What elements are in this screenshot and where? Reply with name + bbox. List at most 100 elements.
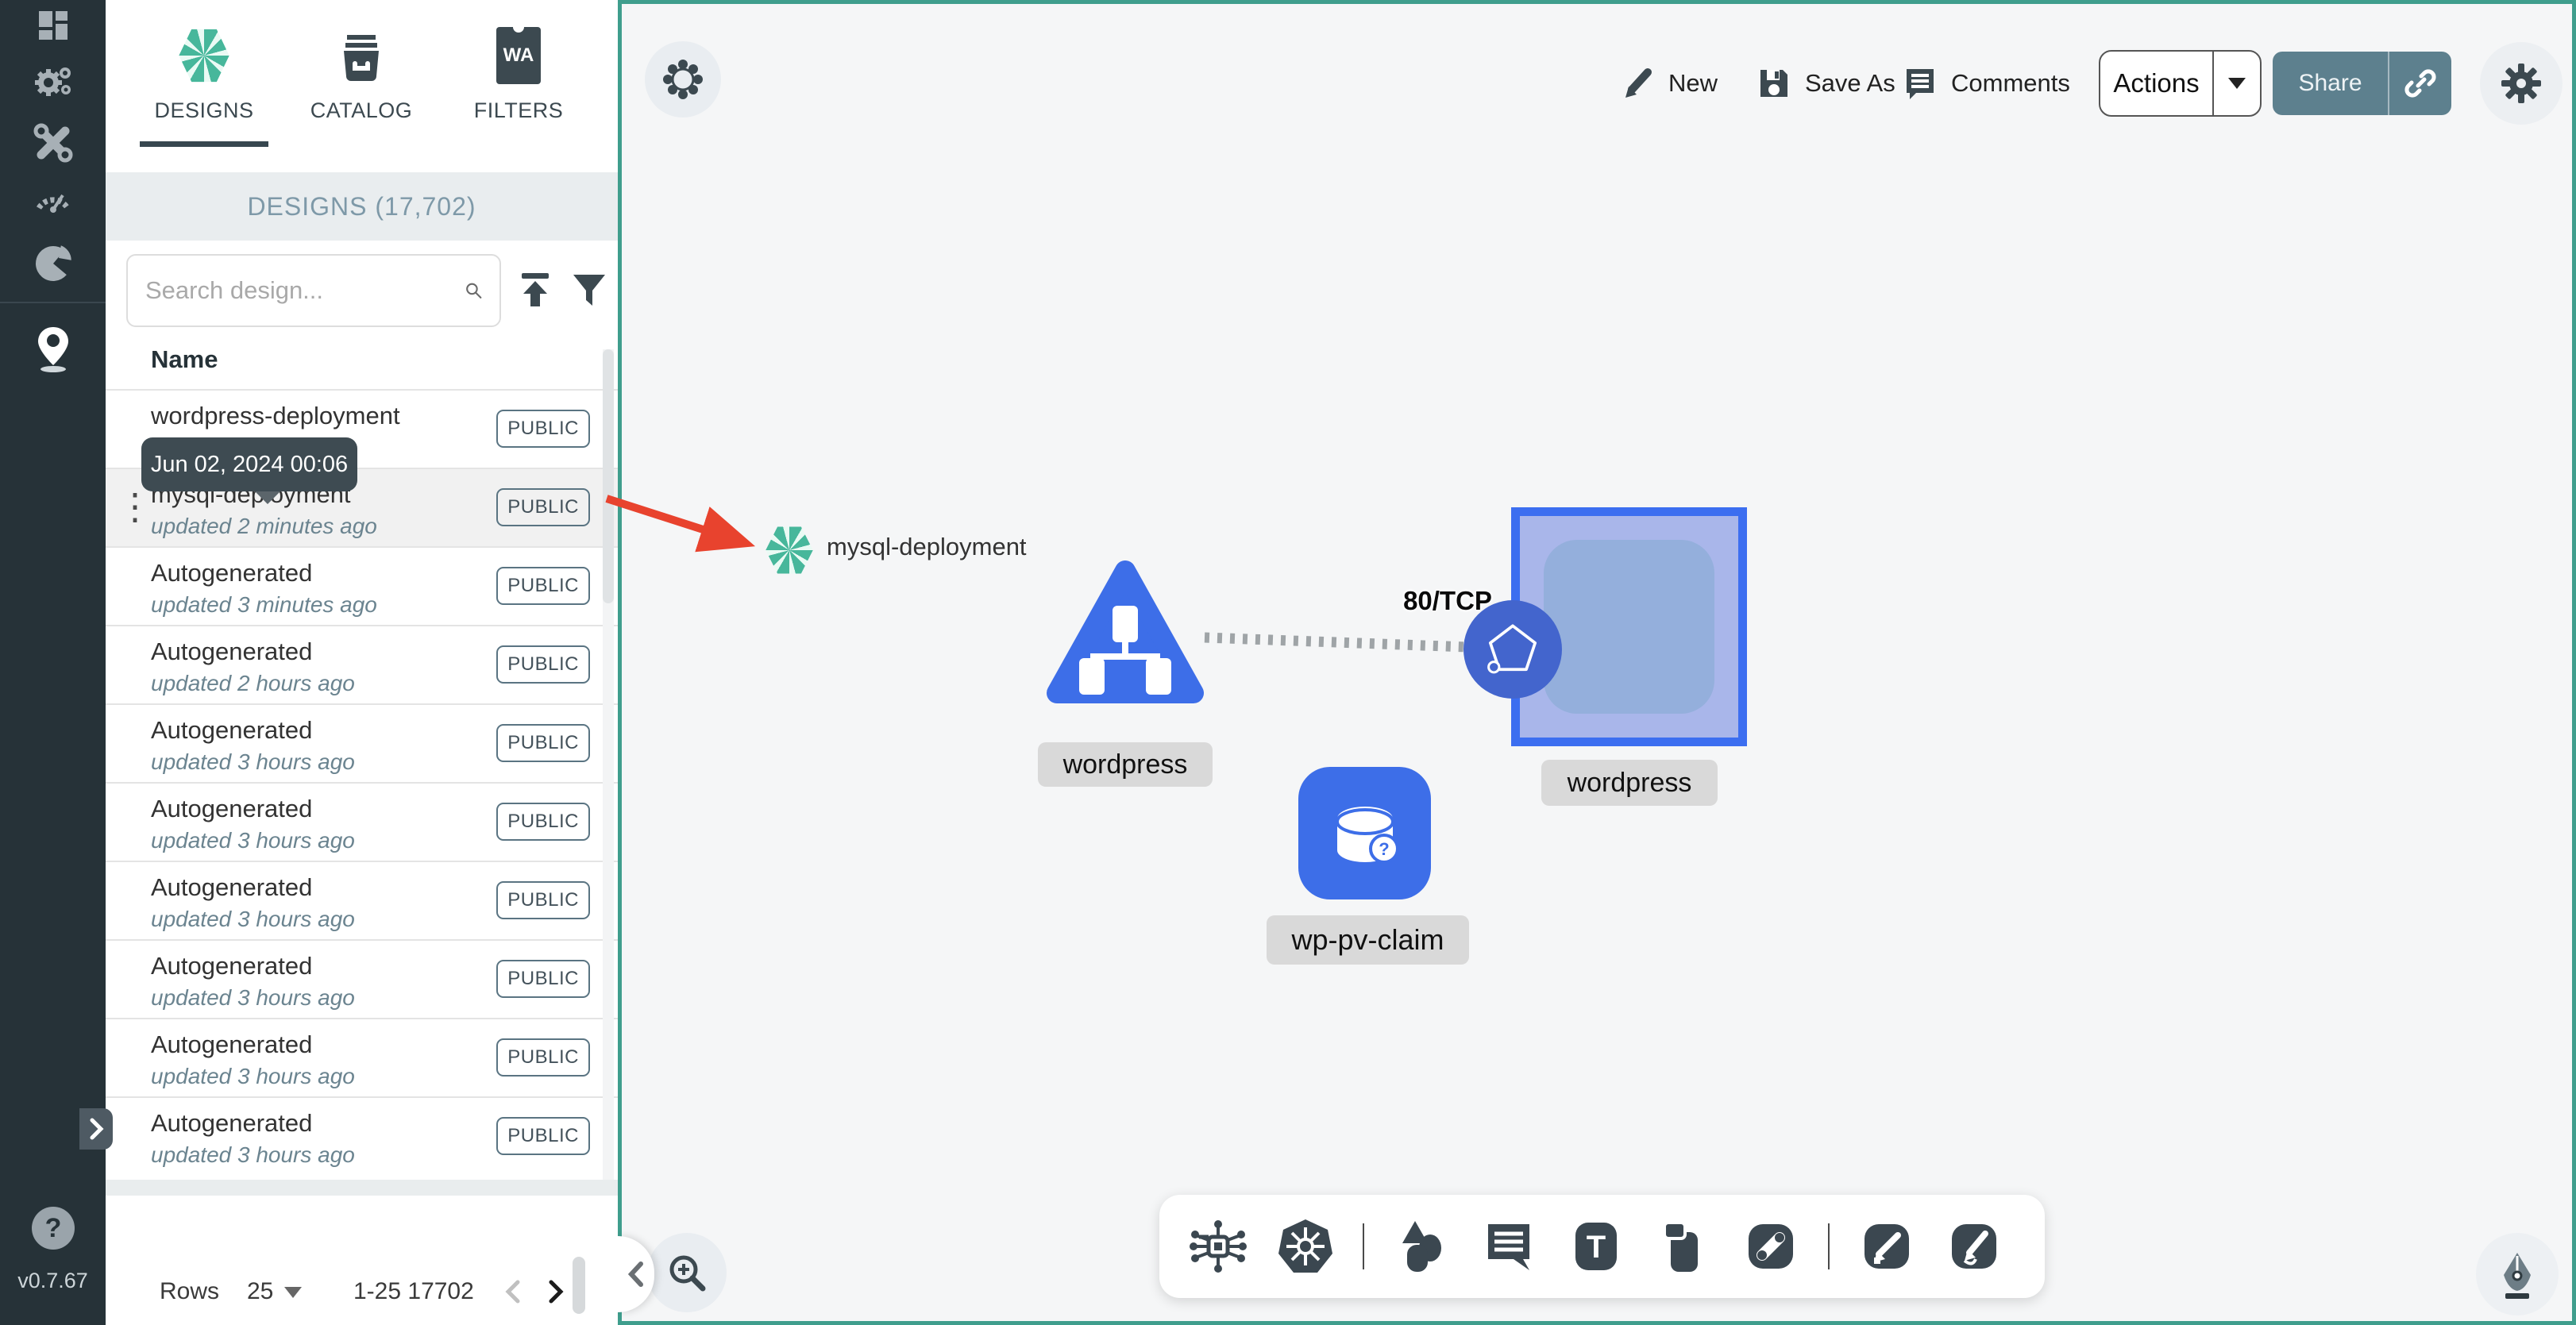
panel-collapse-handle[interactable] (618, 1236, 654, 1312)
visibility-badge: PUBLIC (496, 960, 590, 998)
tab-filters[interactable]: WA FILTERS (447, 16, 590, 151)
frame-tool-icon[interactable] (1653, 1216, 1714, 1277)
design-list-item[interactable]: ⋮ Autogenerated updated 3 hours ago PUBL… (106, 939, 618, 1018)
name-column-header: Name (151, 345, 218, 373)
visibility-badge: PUBLIC (496, 410, 590, 448)
filter-funnel-icon[interactable] (566, 267, 612, 313)
new-button[interactable]: New (1621, 53, 1718, 114)
design-updated: updated 3 hours ago (151, 1064, 355, 1088)
tab-designs[interactable]: DESIGNS (133, 16, 276, 151)
toolbar-divider (1828, 1223, 1830, 1269)
deployment-node-label: wordpress (1541, 760, 1718, 806)
design-name: Autogenerated (151, 716, 313, 744)
kubernetes-tool-icon[interactable] (1275, 1216, 1336, 1277)
tab-catalog[interactable]: CATALOG (290, 16, 433, 151)
list-cut-band (106, 1180, 618, 1196)
design-updated: updated 3 hours ago (151, 1142, 355, 1167)
save-as-button[interactable]: Save As (1756, 53, 1895, 114)
select-caret-icon (284, 1287, 303, 1299)
settings-button[interactable] (2480, 42, 2563, 125)
design-updated: updated 3 hours ago (151, 749, 355, 774)
search-input[interactable] (144, 275, 464, 306)
import-design-icon[interactable] (512, 267, 558, 313)
svg-text:T: T (1587, 1230, 1606, 1265)
visibility-badge: PUBLIC (496, 488, 590, 526)
mesh-dots-icon (663, 60, 703, 99)
component-shapes-tool-icon[interactable] (1188, 1216, 1248, 1277)
design-name: Autogenerated (151, 795, 313, 822)
actions-dropdown-icon[interactable] (2214, 78, 2260, 89)
design-list-item[interactable]: ⋮ Autogenerated updated 3 hours ago PUBL… (106, 1018, 618, 1096)
dashboard-icon[interactable] (0, 5, 106, 46)
pvc-node-wp-pv-claim[interactable]: ? (1298, 767, 1431, 899)
relationship-tool-icon[interactable] (1741, 1216, 1801, 1277)
pagination-bar: Rows 25 1-25 17702 (106, 1269, 618, 1316)
meshery-design-node-icon[interactable] (765, 526, 813, 574)
design-list-item[interactable]: ⋮ Autogenerated updated 3 hours ago PUBL… (106, 703, 618, 782)
sidebar-divider (0, 302, 106, 303)
pod-endpoint-icon[interactable] (1463, 600, 1562, 699)
search-icon[interactable] (464, 272, 484, 310)
zoom-in-button[interactable] (647, 1233, 727, 1312)
rows-label: Rows (160, 1278, 220, 1304)
design-list-item[interactable]: ⋮ Autogenerated updated 3 hours ago PUBL… (106, 782, 618, 861)
share-button[interactable]: Share (2273, 52, 2451, 115)
app-version: v0.7.67 (17, 1269, 88, 1292)
freehand-draw-tool-icon[interactable] (1944, 1216, 2004, 1277)
shapes-tool-icon[interactable] (1391, 1216, 1452, 1277)
pencil-icon (1625, 68, 1652, 98)
visibility-badge: PUBLIC (496, 724, 590, 762)
design-name: wordpress-deployment (151, 402, 400, 429)
text-tool-icon[interactable]: T (1566, 1216, 1626, 1277)
design-name: Autogenerated (151, 637, 313, 665)
canvas-toolbar: T (1159, 1195, 2045, 1298)
performance-gauge-icon[interactable] (0, 178, 106, 219)
visibility-badge: PUBLIC (496, 881, 590, 919)
design-node-label: mysql-deployment (827, 533, 1027, 560)
extensions-icon[interactable] (0, 241, 106, 286)
prev-page-icon[interactable] (501, 1278, 525, 1312)
service-node-label: wordpress (1038, 742, 1213, 787)
gear-icon (2501, 64, 2541, 103)
design-name: Autogenerated (151, 559, 313, 587)
list-scrollbar-thumb[interactable] (603, 349, 614, 603)
design-search (126, 254, 501, 327)
design-updated: updated 3 hours ago (151, 828, 355, 853)
sidebar-expand-handle[interactable] (79, 1108, 113, 1150)
visibility-badge: PUBLIC (496, 1038, 590, 1077)
help-button[interactable]: ? (32, 1207, 75, 1250)
pen-arrow-tool-icon[interactable] (1857, 1216, 1917, 1277)
design-name: Autogenerated (151, 1030, 313, 1058)
configuration-tools-icon[interactable] (0, 121, 106, 165)
meshery-logo-icon (178, 16, 230, 84)
rows-per-page-select[interactable]: 25 (247, 1278, 303, 1305)
kanvas-pin-icon[interactable] (0, 324, 106, 373)
copy-link-icon[interactable] (2389, 66, 2451, 101)
design-updated: updated 2 minutes ago (151, 514, 377, 538)
design-list-item[interactable]: ⋮ Autogenerated updated 3 minutes ago PU… (106, 546, 618, 625)
annotation-tool-icon[interactable] (1479, 1216, 1539, 1277)
lifecycle-gears-icon[interactable] (0, 60, 106, 105)
visibility-badge: PUBLIC (496, 645, 590, 684)
designs-count-header: DESIGNS (17,702) (106, 172, 618, 241)
pen-nib-icon (2504, 1253, 2531, 1299)
design-list-item[interactable]: ⋮ Autogenerated updated 3 hours ago PUBL… (106, 1096, 618, 1175)
visibility-badge: PUBLIC (496, 1117, 590, 1155)
comments-button[interactable]: Comments (1902, 53, 2070, 114)
design-list: ⋮ wordpress-deployment PUBLIC ⋮ mysql-de… (106, 389, 618, 1180)
zoom-in-icon (669, 1255, 706, 1292)
page-range: 1-25 17702 (353, 1278, 474, 1304)
meshery-kanvas-app: ? v0.7.67 DESIGNS CATALOG WA FILTERS DES… (0, 0, 2576, 1325)
next-page-icon[interactable] (544, 1278, 568, 1312)
design-list-item[interactable]: ⋮ Autogenerated updated 2 hours ago PUBL… (106, 625, 618, 703)
service-node-wordpress[interactable] (1046, 560, 1205, 707)
design-canvas[interactable]: New Save As Comments Actions Share mysql… (618, 0, 2576, 1325)
visibility-badge: PUBLIC (496, 567, 590, 605)
canvas-menu-button[interactable] (645, 41, 721, 117)
design-mode-button[interactable] (2476, 1233, 2559, 1315)
wasm-filter-icon: WA (496, 16, 541, 84)
actions-button[interactable]: Actions (2099, 50, 2262, 117)
design-updated: updated 2 hours ago (151, 671, 355, 695)
design-name: Autogenerated (151, 1109, 313, 1137)
design-list-item[interactable]: ⋮ Autogenerated updated 3 hours ago PUBL… (106, 861, 618, 939)
